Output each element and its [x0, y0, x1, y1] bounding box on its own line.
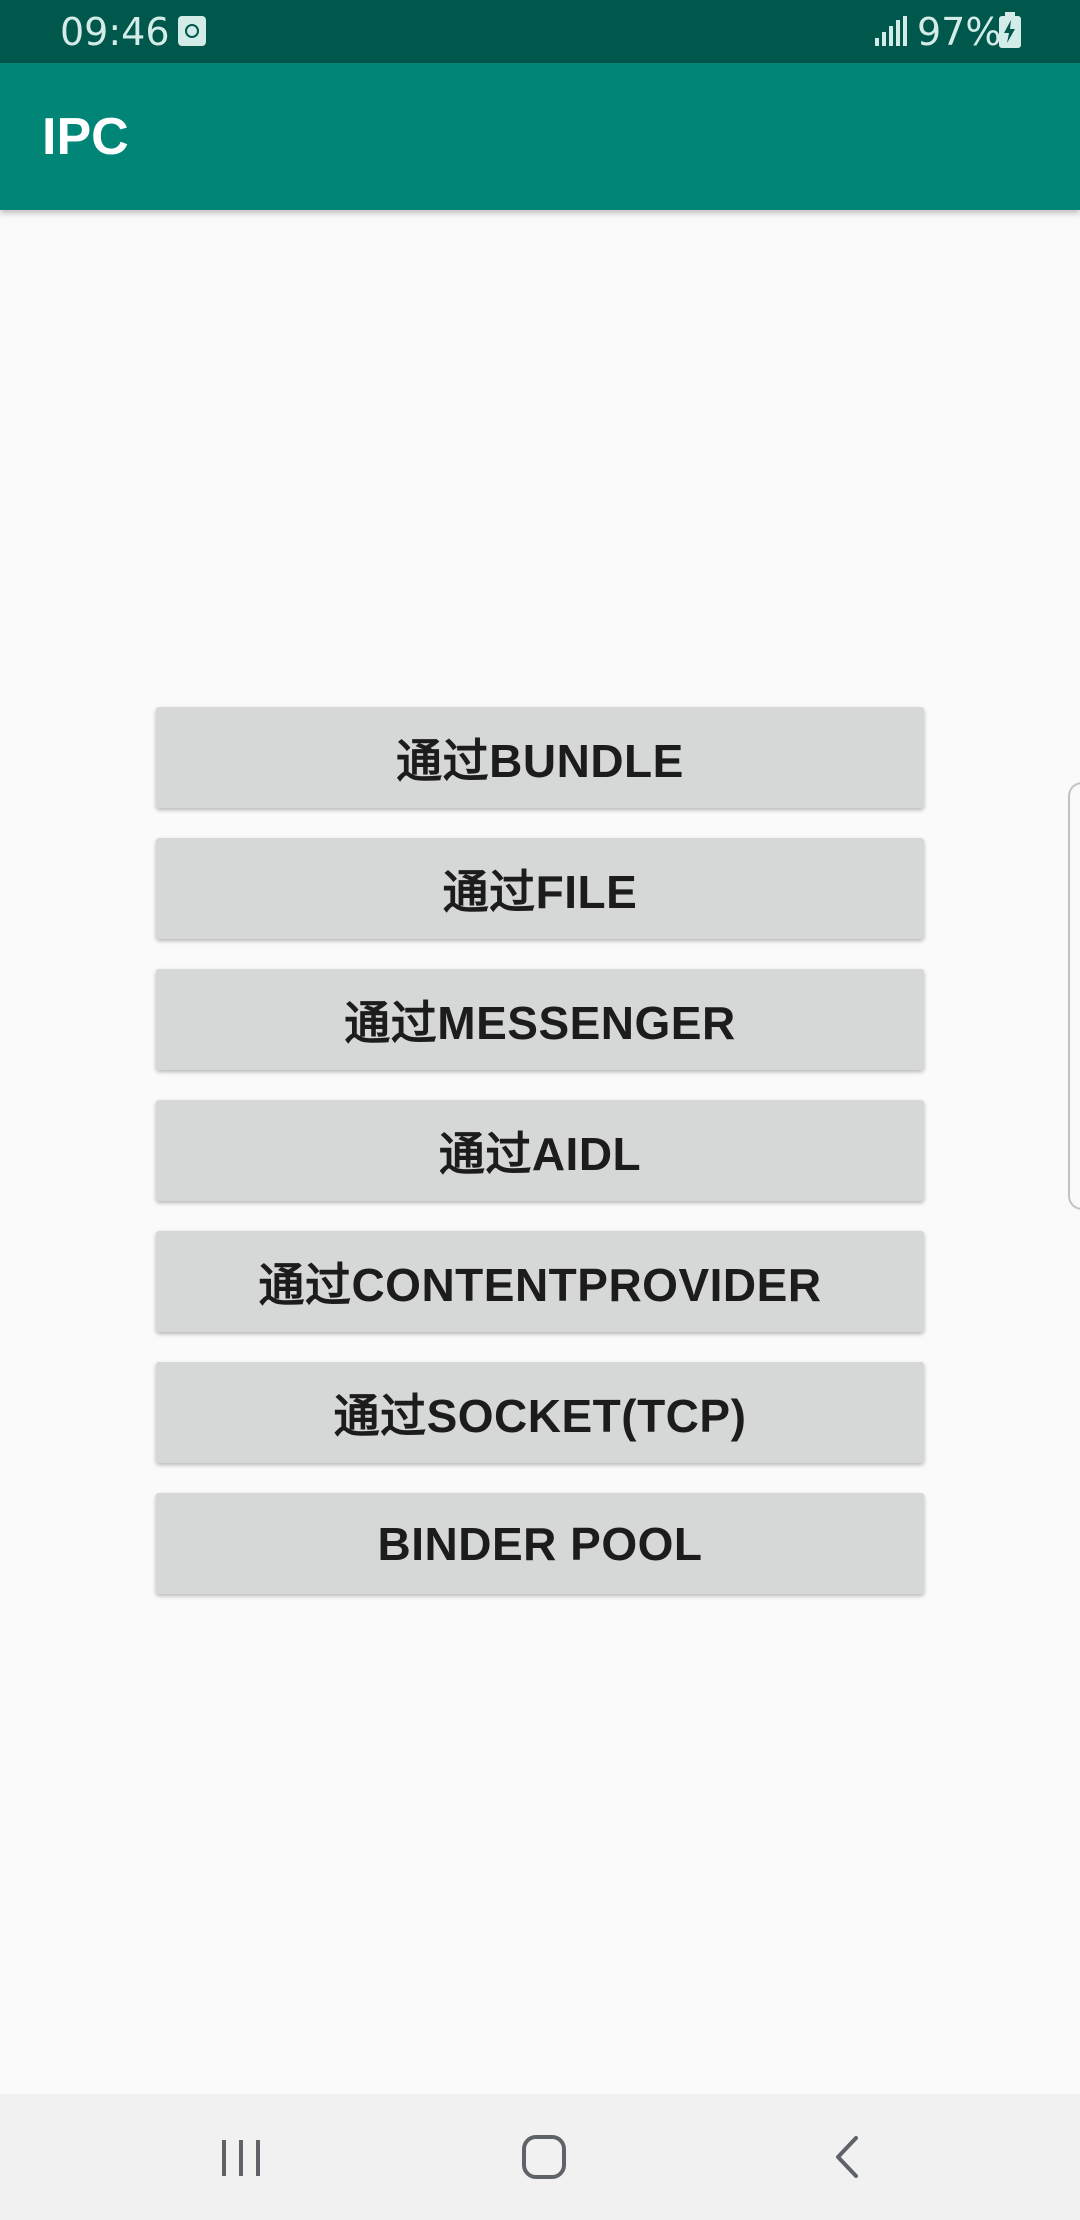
status-bar: 09:46 97%	[0, 0, 1080, 63]
bundle-button[interactable]: 通过BUNDLE	[156, 707, 924, 808]
app-title: IPC	[42, 108, 129, 166]
file-button[interactable]: 通过FILE	[156, 838, 924, 939]
content-provider-button[interactable]: 通过CONTENTPROVIDER	[156, 1231, 924, 1332]
recents-icon[interactable]	[218, 2136, 264, 2180]
messenger-button[interactable]: 通过MESSENGER	[156, 969, 924, 1070]
aidl-button[interactable]: 通过AIDL	[156, 1100, 924, 1201]
ipc-button-list: 通过BUNDLE 通过FILE 通过MESSENGER 通过AIDL 通过CON…	[156, 707, 924, 1594]
battery-charging-icon	[999, 12, 1021, 48]
edge-panel-handle[interactable]	[1068, 782, 1080, 1210]
back-icon[interactable]	[830, 2134, 866, 2180]
navigation-bar	[0, 2094, 1080, 2220]
battery-percentage: 97%	[917, 10, 1002, 54]
socket-tcp-button[interactable]: 通过SOCKET(TCP)	[156, 1362, 924, 1463]
home-icon[interactable]	[521, 2134, 567, 2180]
app-bar: IPC	[0, 63, 1080, 210]
status-time: 09:46	[60, 10, 170, 54]
signal-icon	[875, 16, 907, 46]
app-notification-icon	[178, 16, 206, 46]
binder-pool-button[interactable]: BINDER POOL	[156, 1493, 924, 1594]
